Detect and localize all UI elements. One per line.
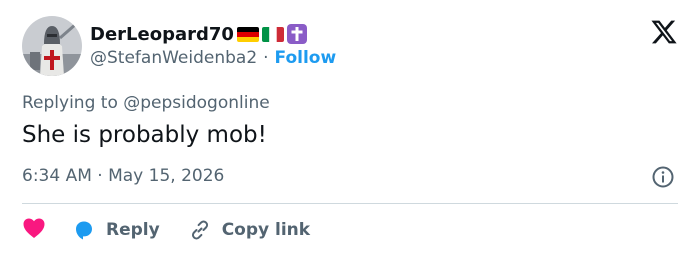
avatar[interactable] [22,16,82,76]
heart-icon [23,218,45,238]
author-handle[interactable]: @StefanWeidenba2 [90,48,257,68]
reply-label: Reply [106,220,160,240]
replying-to-text: Replying to @pepsidogonline [22,93,270,113]
follow-button[interactable]: Follow [275,48,337,68]
divider [22,203,678,204]
x-logo-icon[interactable] [650,18,678,46]
author-name-row: DerLeopard70 [90,20,307,48]
latin-cross-icon [286,24,307,44]
handle-separator: · [263,48,269,68]
author-display-name[interactable]: DerLeopard70 [90,24,234,45]
avatar-image [22,16,82,76]
tweet-timestamp[interactable]: 6:34 AM · May 15, 2026 [22,166,224,186]
germany-flag-icon [236,26,259,42]
author-handle-row: @StefanWeidenba2 · Follow [90,48,336,68]
copy-link-button[interactable]: Copy link [188,218,310,242]
tweet-text: She is probably mob! [22,122,267,148]
link-icon [191,220,208,240]
like-button[interactable] [22,217,46,243]
action-bar: Reply Copy link [22,216,310,244]
reply-bubble-icon [76,221,92,240]
reply-button[interactable]: Reply [72,218,160,242]
info-icon[interactable] [652,166,674,188]
copy-link-label: Copy link [221,220,311,240]
italy-flag-icon [261,26,284,42]
